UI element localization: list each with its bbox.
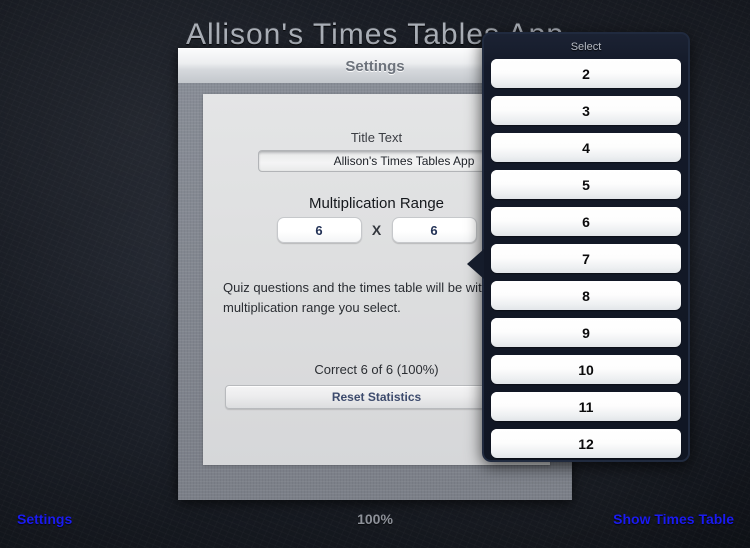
select-option-6[interactable]: 6 [491, 207, 681, 236]
select-option-5[interactable]: 5 [491, 170, 681, 199]
select-option-2[interactable]: 2 [491, 59, 681, 88]
select-option-3[interactable]: 3 [491, 96, 681, 125]
select-option-10[interactable]: 10 [491, 355, 681, 384]
select-option-11[interactable]: 11 [491, 392, 681, 421]
multiply-symbol: X [371, 222, 382, 238]
select-popover: Select 2 3 4 5 6 7 8 9 10 11 12 [467, 32, 690, 462]
select-option-4[interactable]: 4 [491, 133, 681, 162]
app-root: Allison's Times Tables App Settings Titl… [0, 0, 750, 548]
select-option-9[interactable]: 9 [491, 318, 681, 347]
range-right-stepper[interactable]: 6 [391, 217, 477, 243]
range-left-stepper[interactable]: 6 [276, 217, 362, 243]
select-option-8[interactable]: 8 [491, 281, 681, 310]
bottom-toolbar: Settings 100% Show Times Table [0, 500, 750, 548]
popover-arrow-icon [467, 249, 484, 279]
toolbar-show-times-table-button[interactable]: Show Times Table [613, 511, 734, 527]
settings-modal-title: Settings [345, 57, 405, 75]
select-option-list: 2 3 4 5 6 7 8 9 10 11 12 [491, 59, 681, 466]
select-option-7[interactable]: 7 [491, 244, 681, 273]
select-option-12[interactable]: 12 [491, 429, 681, 458]
select-popover-title: Select [570, 41, 602, 53]
